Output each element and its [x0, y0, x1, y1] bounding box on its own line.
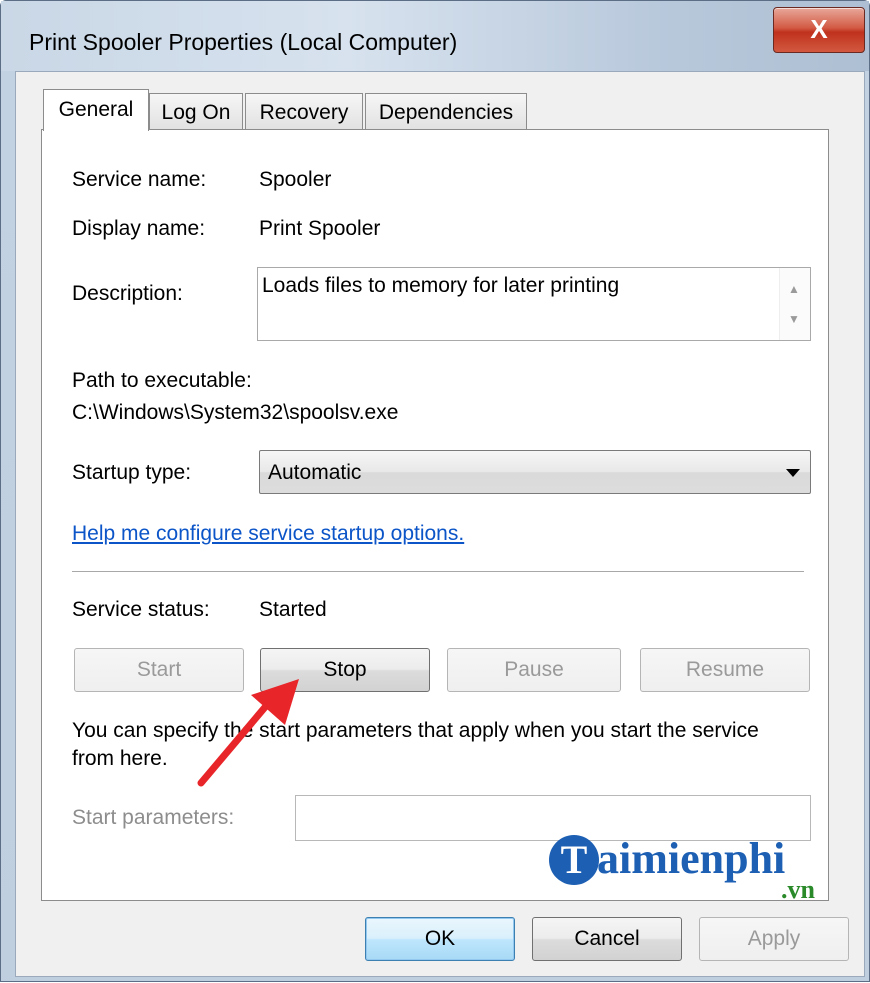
resume-button[interactable]: Resume: [640, 648, 810, 692]
help-configure-link[interactable]: Help me configure service startup option…: [72, 522, 464, 546]
service-status-value: Started: [259, 598, 327, 621]
watermark-suffix: .vn: [781, 875, 815, 904]
path-value: C:\Windows\System32\spoolsv.exe: [72, 401, 399, 424]
section-divider: [72, 571, 804, 573]
service-name-value: Spooler: [259, 168, 332, 191]
scroll-down-icon[interactable]: ▼: [788, 312, 800, 326]
watermark-text: aimienphi: [597, 834, 786, 883]
display-name-label: Display name:: [72, 217, 206, 240]
cancel-button[interactable]: Cancel: [532, 917, 682, 961]
startup-type-value: Automatic: [268, 461, 362, 484]
description-text: Loads files to memory for later printing: [262, 274, 620, 297]
chevron-down-icon: [786, 469, 800, 477]
apply-button[interactable]: Apply: [699, 917, 849, 961]
startup-type-select[interactable]: Automatic: [259, 450, 811, 494]
watermark-badge: T: [549, 835, 599, 885]
properties-dialog: Print Spooler Properties (Local Computer…: [0, 0, 870, 982]
pause-button[interactable]: Pause: [447, 648, 621, 692]
description-box[interactable]: Loads files to memory for later printing…: [257, 267, 811, 341]
startup-type-label: Startup type:: [72, 461, 192, 484]
annotation-arrow-icon: [197, 679, 299, 787]
description-scrollbar[interactable]: ▲ ▼: [779, 268, 810, 340]
start-params-label: Start parameters:: [72, 806, 235, 829]
ok-button[interactable]: OK: [365, 917, 515, 961]
service-name-label: Service name:: [72, 168, 207, 191]
params-info-line2: from here.: [72, 747, 168, 770]
description-label: Description:: [72, 282, 183, 305]
service-status-label: Service status:: [72, 598, 210, 621]
display-name-value: Print Spooler: [259, 217, 381, 240]
params-info-line1: You can specify the start parameters tha…: [72, 719, 759, 742]
path-label: Path to executable:: [72, 369, 252, 392]
scroll-up-icon[interactable]: ▲: [788, 282, 800, 296]
